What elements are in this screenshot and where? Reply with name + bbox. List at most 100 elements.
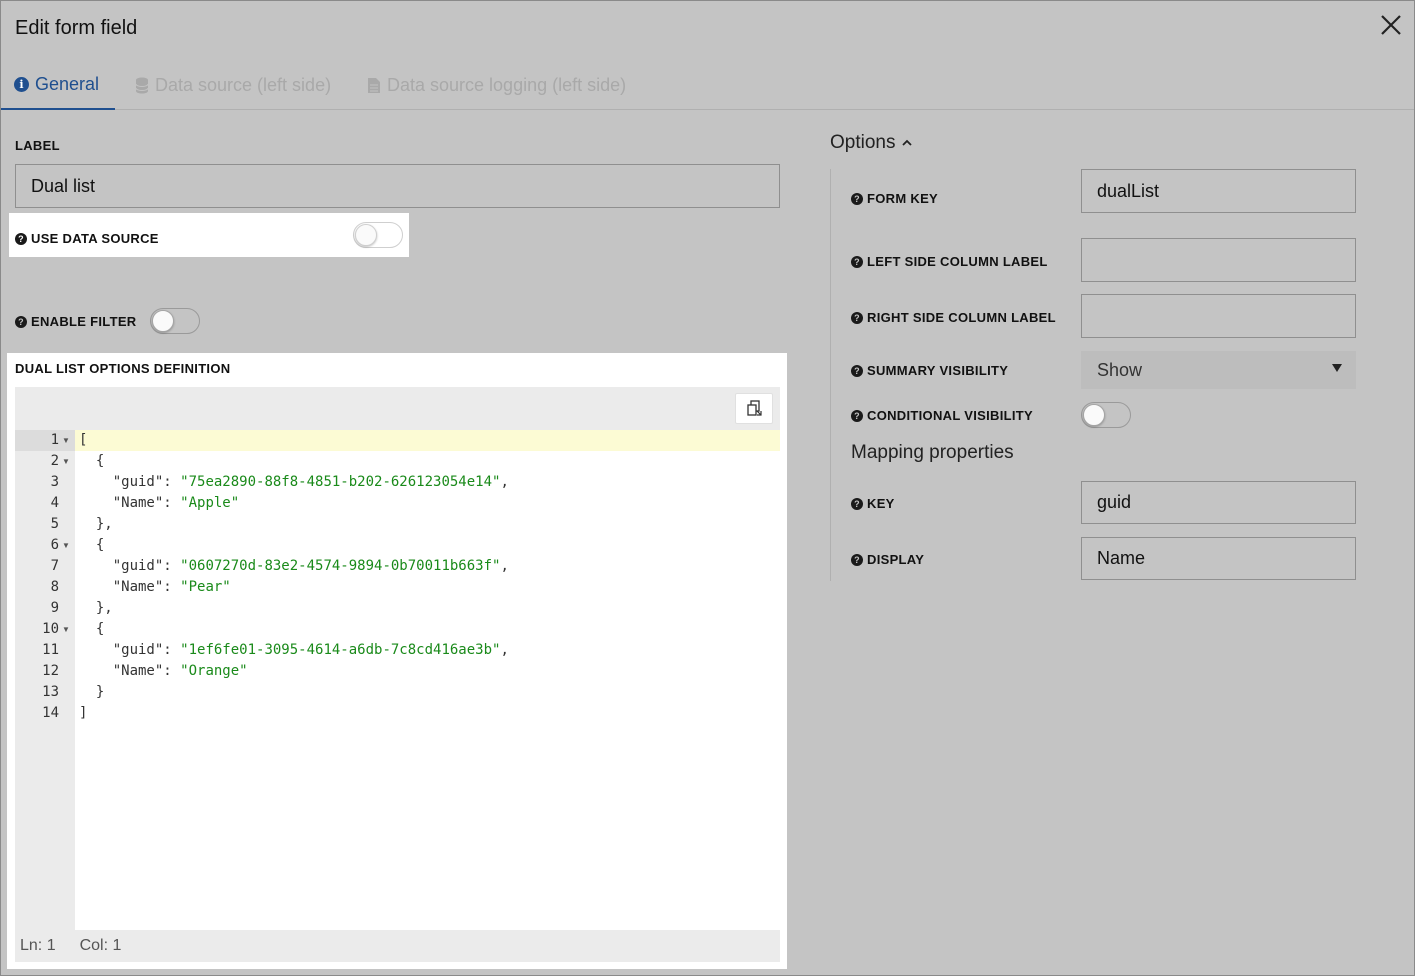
code-line: "Name": "Apple" [75,493,780,514]
code-line: [ [75,430,780,451]
options-definition-heading: DUAL LIST OPTIONS DEFINITION [15,361,231,376]
line-number: 14 [42,705,59,721]
toggle-knob [1083,404,1105,426]
toggle-knob [355,224,377,246]
enable-filter-text: ENABLE FILTER [31,314,137,329]
fold-arrow-icon[interactable]: ▼ [62,451,70,472]
key-text: KEY [867,496,895,511]
key-label: ? KEY [851,496,895,511]
help-icon: ? [851,409,863,422]
code-line: "guid": "1ef6fe01-3095-4614-a6db-7c8cd41… [75,640,780,661]
editor-gutter: 1 ▼ 2 ▼ 3 4 5 6 ▼ 7 8 9 10 ▼ 11 12 13 14 [15,430,75,930]
line-number: 12 [42,663,59,679]
json-key: "guid": [79,642,181,658]
line-number: 5 [50,516,59,532]
conditional-visibility-toggle[interactable] [1081,402,1131,428]
tab-data-source-logging-label: Data source logging (left side) [387,75,627,95]
help-icon: ? [851,255,863,268]
tab-data-source-label: Data source (left side) [155,75,332,95]
options-divider [830,169,831,581]
fold-arrow-icon[interactable]: ▼ [62,430,70,451]
display-input[interactable]: Name [1081,537,1356,580]
right-column-label-text: RIGHT SIDE COLUMN LABEL [867,310,1056,325]
help-icon: ? [851,364,863,377]
close-button[interactable] [1378,12,1404,38]
json-punct: , [500,558,509,574]
display-text: DISPLAY [867,552,925,567]
tab-bar: i General Data source (left side) Data s… [1,61,1414,110]
line-number: 2 [50,453,59,469]
left-column-label-input[interactable] [1081,238,1356,282]
line-number: 6 [50,537,59,553]
summary-visibility-value: Show [1097,359,1143,380]
code-line: }, [79,600,113,616]
dialog-title: Edit form field [15,17,138,39]
code-editor[interactable]: 1 ▼ 2 ▼ 3 4 5 6 ▼ 7 8 9 10 ▼ 11 12 13 14 [ { "guid": "75e… [15,387,780,962]
code-line: { [79,453,105,469]
code-line: "guid": "0607270d-83e2-4574-9894-0b70011… [75,556,780,577]
line-number: 3 [50,474,59,490]
conditional-visibility-label: ? CONDITIONAL VISIBILITY [851,408,1033,423]
toggle-knob [152,310,174,332]
left-column-label-text: LEFT SIDE COLUMN LABEL [867,254,1048,269]
line-number: 13 [42,684,59,700]
code-line: { [79,621,105,637]
summary-visibility-select[interactable]: Show [1081,351,1356,389]
code-line: } [79,684,105,700]
label-heading: LABEL [15,138,60,153]
help-icon: ? [15,232,27,245]
json-key: "guid": [79,474,181,490]
form-key-label: ? FORM KEY [851,191,938,206]
line-number: 10 [42,621,59,637]
conditional-visibility-text: CONDITIONAL VISIBILITY [867,408,1033,423]
code-line: "guid": "75ea2890-88f8-4851-b202-6261230… [75,472,780,493]
use-data-source-toggle[interactable] [353,222,403,248]
dialog: Edit form field i General Data source (l… [0,0,1415,976]
json-string: "0607270d-83e2-4574-9894-0b70011b663f" [180,558,501,574]
display-label: ? DISPLAY [851,552,924,567]
json-string: "75ea2890-88f8-4851-b202-626123054e14" [180,474,501,490]
form-key-text: FORM KEY [867,191,939,206]
fold-arrow-icon[interactable]: ▼ [62,535,70,556]
options-toggle[interactable]: Options [830,132,913,154]
key-input[interactable]: guid [1081,481,1356,524]
line-number: 8 [50,579,59,595]
tab-general[interactable]: i General [1,61,115,110]
json-key: "guid": [79,558,181,574]
copy-icon [746,400,762,416]
editor-code-area[interactable]: [ { "guid": "75ea2890-88f8-4851-b202-626… [75,430,780,930]
code-line: ] [79,705,88,721]
code-line: }, [79,516,113,532]
json-key: "Name": [79,495,181,511]
editor-toolbar [15,387,780,430]
code-line: { [79,537,105,553]
enable-filter-toggle[interactable] [150,308,200,334]
help-icon: ? [851,192,863,205]
json-string: "Pear" [180,579,231,595]
json-string: "Orange" [180,663,248,679]
tab-data-source-logging[interactable]: Data source logging (left side) [367,61,626,110]
caret-down-icon [1332,364,1342,372]
summary-visibility-label: ? SUMMARY VISIBILITY [851,363,1008,378]
chevron-up-icon [902,139,913,146]
options-heading: Options [830,132,896,153]
line-number: 11 [42,642,59,658]
label-input[interactable]: Dual list [15,164,780,208]
fold-arrow-icon[interactable]: ▼ [62,619,70,640]
copy-button[interactable] [735,393,773,424]
info-icon: i [14,77,29,92]
tab-data-source[interactable]: Data source (left side) [135,61,331,110]
line-number: 7 [50,558,59,574]
json-key: "Name": [79,579,181,595]
file-icon [368,78,380,93]
database-icon [135,77,149,94]
json-punct: , [500,642,509,658]
status-line: Ln: 1 [20,937,56,954]
code-line: "Name": "Orange" [75,661,780,682]
help-icon: ? [851,497,863,510]
summary-visibility-text: SUMMARY VISIBILITY [867,363,1009,378]
form-key-input[interactable]: dualList [1081,169,1356,213]
right-column-label-label: ? RIGHT SIDE COLUMN LABEL [851,310,1056,325]
right-column-label-input[interactable] [1081,294,1356,338]
use-data-source-label: ? USE DATA SOURCE [15,231,159,246]
